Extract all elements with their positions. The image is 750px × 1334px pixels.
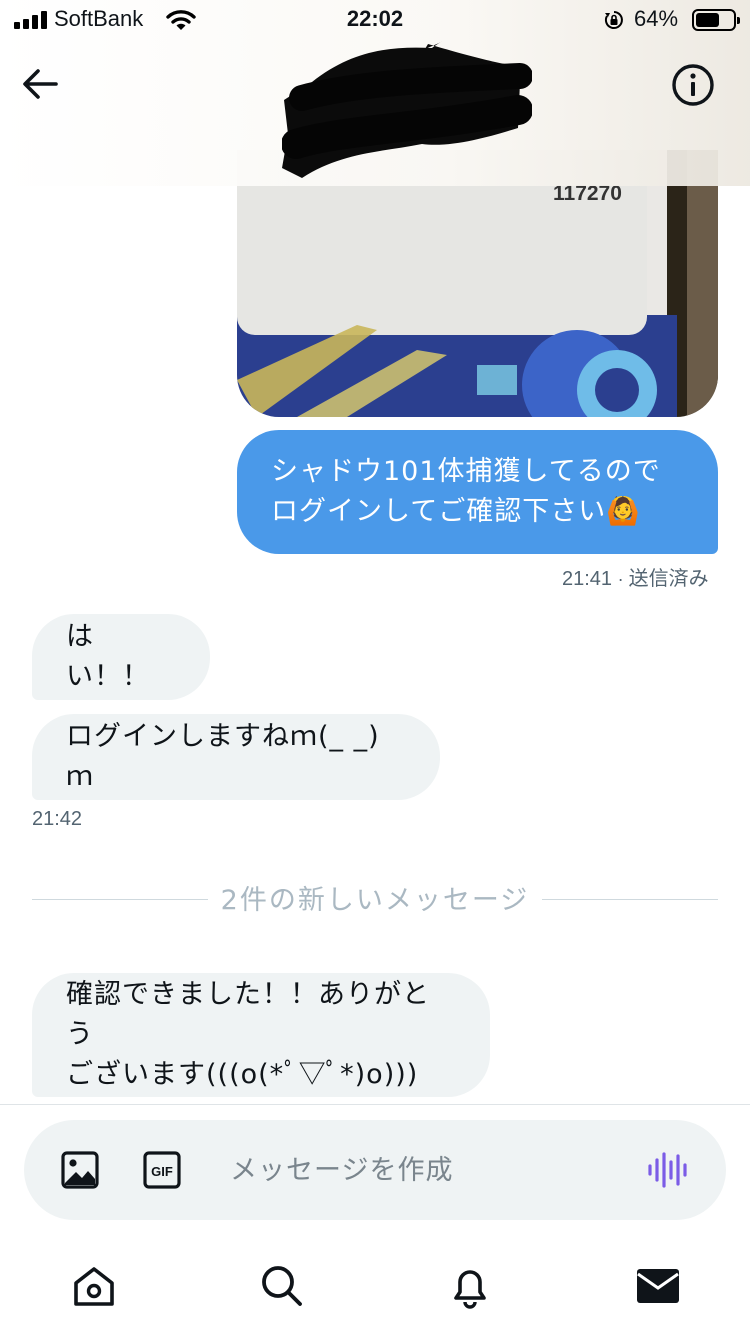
incoming-message-bubble[interactable]: はい！！ [32,614,210,700]
home-icon[interactable] [70,1262,118,1310]
photo-image: 117270 [237,150,718,417]
incoming-message-text: はい！！ [66,621,150,692]
arrow-left-icon[interactable] [18,62,62,106]
outgoing-message-line: ログインしてご確認下さい🙆 [271,496,641,527]
incoming-message-text: ログインしますねｍ(_ _)ｍ [66,721,380,792]
outgoing-message-status: 送信済み [628,568,709,590]
info-icon[interactable] [670,62,716,108]
messages-icon[interactable] [634,1262,682,1310]
voice-wave-icon[interactable] [646,1148,690,1192]
bottom-navigation [0,1240,750,1334]
battery-percentage: 64% [634,6,679,31]
rotation-lock-icon [604,11,623,29]
incoming-message-line: ございます(((o(*ﾟ▽ﾟ*)o))) [66,1059,419,1090]
svg-text:GIF: GIF [151,1164,173,1179]
incoming-message-line: 確認できました！！ありがとう [66,979,430,1050]
search-icon[interactable] [258,1262,306,1310]
incoming-message-bubble[interactable]: ログインしますねｍ(_ _)ｍ [32,714,440,800]
incoming-message-bubble[interactable]: 確認できました！！ありがとう ございます(((o(*ﾟ▽ﾟ*)o))) [32,973,490,1097]
photo-message[interactable]: 117270 [237,150,718,417]
composer-divider [0,1104,750,1105]
outgoing-message-line: シャドウ101体捕獲してるので [271,456,661,487]
gif-icon[interactable]: GIF [142,1150,182,1190]
outgoing-message-time: 21:41 [562,568,613,590]
incoming-message-time: 21:42 [32,808,83,830]
notifications-icon[interactable] [446,1262,494,1310]
status-bar: SoftBank 22:02 64% [0,0,750,40]
battery-icon [692,9,740,31]
message-composer: GIF [24,1120,726,1220]
image-icon[interactable] [60,1150,100,1190]
conversation-name-redacted [282,41,532,178]
outgoing-message-bubble[interactable]: シャドウ101体捕獲してるので ログインしてご確認下さい🙆 [237,430,718,554]
new-messages-divider: 2件の新しいメッセージ [220,885,530,916]
outgoing-message-meta: 21:41 · 送信済み [562,568,709,590]
message-input[interactable] [230,1146,630,1194]
